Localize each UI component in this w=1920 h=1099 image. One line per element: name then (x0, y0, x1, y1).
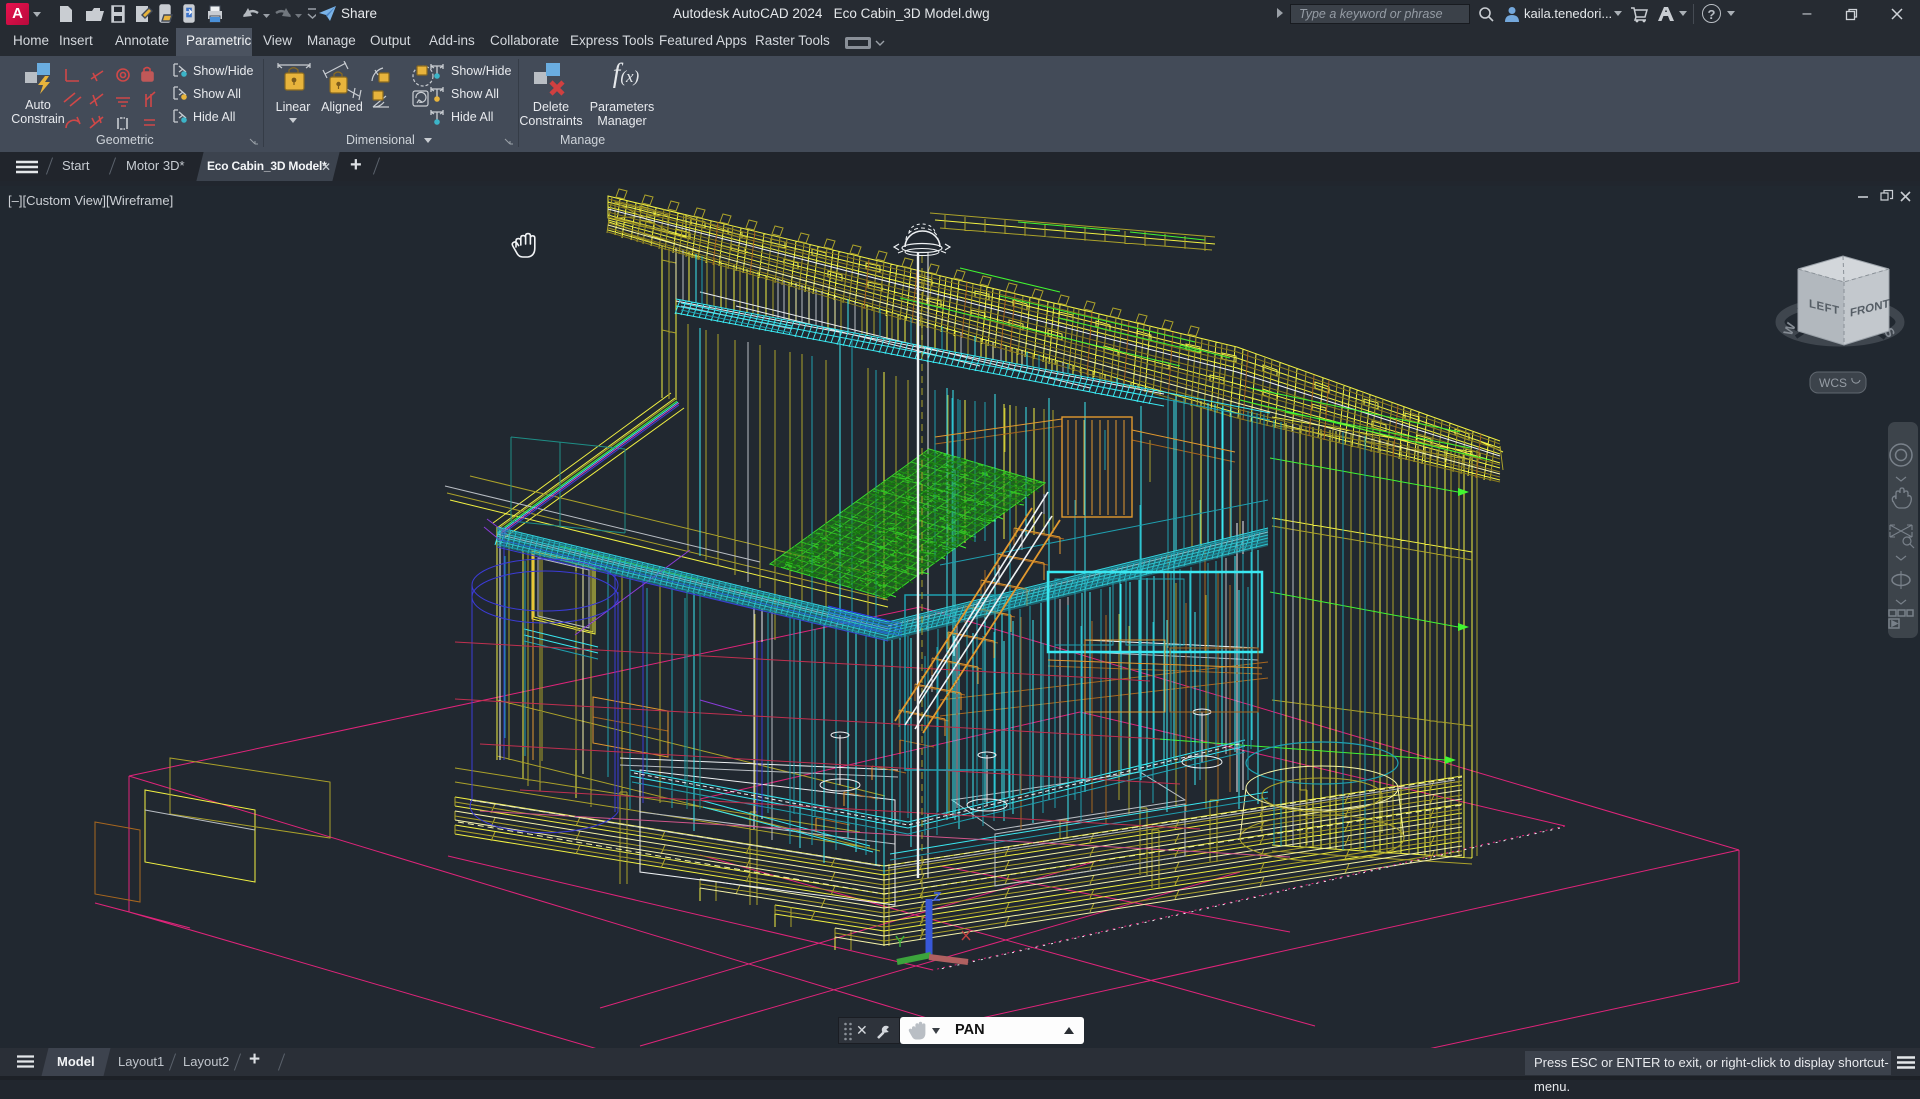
svg-text:WCS: WCS (1819, 376, 1847, 390)
